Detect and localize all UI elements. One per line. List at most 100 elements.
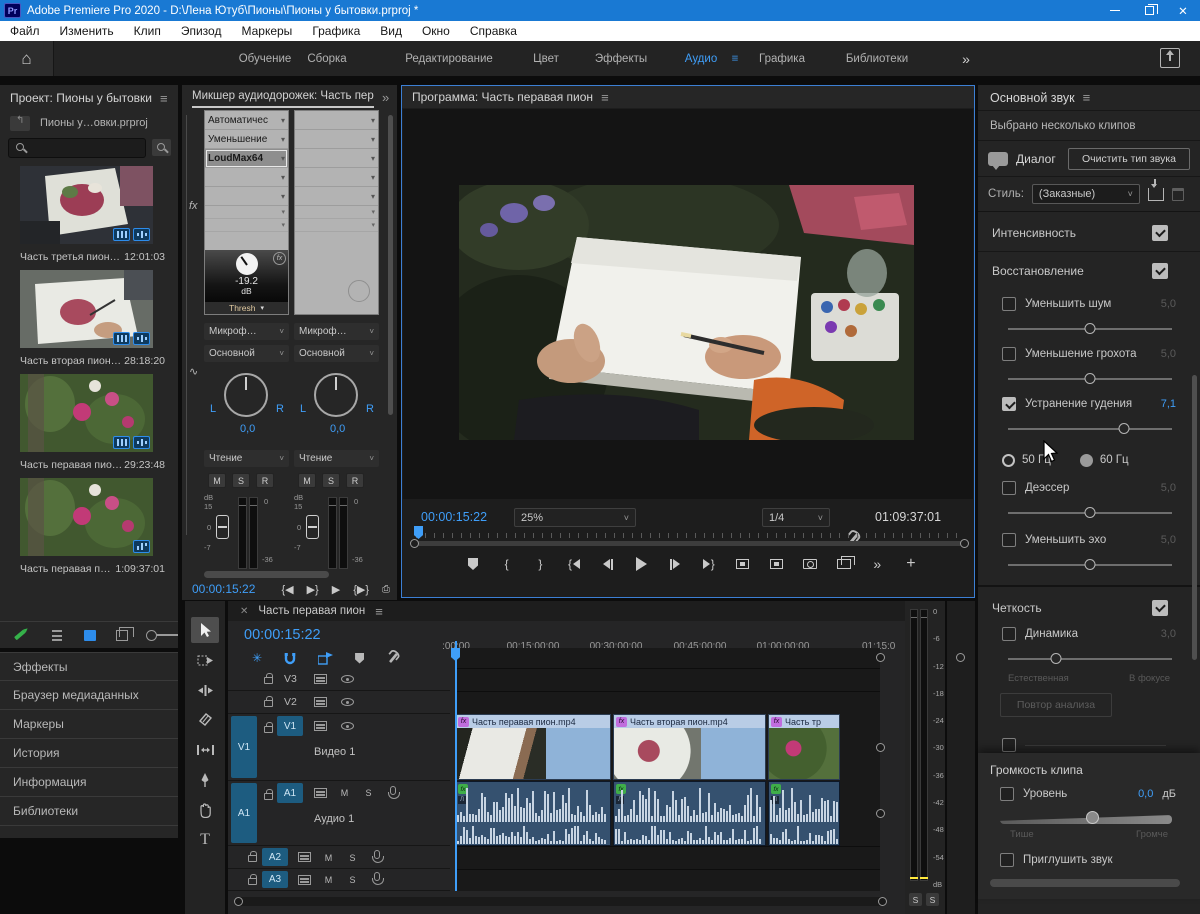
- clarity-section[interactable]: Четкость: [978, 591, 1200, 625]
- source-patch-a1[interactable]: A1: [231, 783, 257, 843]
- send-slot[interactable]: ▾: [295, 219, 378, 232]
- level-value[interactable]: 0,0: [1138, 788, 1153, 800]
- deess-slider[interactable]: [1008, 507, 1172, 518]
- track-visibility-icon[interactable]: [341, 675, 354, 683]
- step-forward-icon[interactable]: [664, 554, 686, 574]
- linked-selection-icon[interactable]: [318, 651, 334, 665]
- timeline-marker-icon[interactable]: [355, 652, 365, 664]
- level-checkbox[interactable]: [1000, 787, 1014, 801]
- track-target-a3[interactable]: A3: [262, 871, 288, 888]
- snap-magnet-icon[interactable]: [284, 652, 296, 665]
- add-marker-icon[interactable]: [462, 554, 484, 574]
- menu-window[interactable]: Окно: [412, 24, 460, 38]
- transport-overflow-icon[interactable]: »: [866, 554, 888, 574]
- scrubber-left-handle[interactable]: [410, 539, 419, 548]
- audio-usage-icon[interactable]: [133, 436, 150, 449]
- reduce-reverb-checkbox[interactable]: [1002, 533, 1016, 547]
- nest-toggle-icon[interactable]: ✳: [252, 651, 262, 665]
- preset-dropdown[interactable]: (Заказные) ˅: [1031, 184, 1140, 204]
- program-panel-title[interactable]: Программа: Часть перавая пион: [412, 90, 593, 104]
- record-button[interactable]: R: [346, 473, 364, 488]
- panel-tab-markers[interactable]: Маркеры: [0, 710, 178, 739]
- effect-slot-selected[interactable]: LoudMax64 ▾: [205, 149, 288, 168]
- source-patch-v1[interactable]: V1: [231, 716, 257, 778]
- timeline-playhead-line[interactable]: [455, 641, 457, 891]
- reduce-reverb-slider[interactable]: [1008, 559, 1172, 570]
- timeline-video-clip[interactable]: fx Часть вторая пион.mp4: [613, 714, 766, 780]
- comparison-view-icon[interactable]: [833, 554, 855, 574]
- workspace-tab-libraries[interactable]: Библиотеки: [846, 41, 908, 76]
- automation-dropdown-ch1[interactable]: Чтение ˅: [204, 450, 289, 467]
- close-sequence-icon[interactable]: ✕: [240, 606, 248, 617]
- clarity-checkbox[interactable]: [1152, 600, 1168, 616]
- voiceover-mic-icon[interactable]: [372, 850, 384, 863]
- pen-tool[interactable]: [191, 767, 219, 793]
- project-panel-menu-icon[interactable]: ≡: [160, 91, 168, 106]
- automation-dropdown-ch2[interactable]: Чтение ˅: [294, 450, 379, 467]
- mixer-h-scrollbar[interactable]: [204, 571, 329, 578]
- audio-type-label[interactable]: Диалог: [1016, 152, 1056, 166]
- reduce-noise-checkbox[interactable]: [1002, 297, 1016, 311]
- send-slot[interactable]: ▾: [205, 206, 288, 219]
- play-button[interactable]: [630, 554, 652, 574]
- hum-60hz-radio[interactable]: [1079, 453, 1093, 467]
- track-select-forward-tool[interactable]: [191, 647, 219, 673]
- track-mute-button[interactable]: M: [322, 873, 335, 886]
- effect-slot-empty[interactable]: ▾: [295, 168, 378, 187]
- repair-section[interactable]: Восстановление: [978, 253, 1200, 289]
- panel-tab-libraries[interactable]: Библиотеки: [0, 797, 178, 826]
- voiceover-mic-icon[interactable]: [372, 872, 384, 885]
- list-view-icon[interactable]: [51, 629, 63, 641]
- track-solo-button[interactable]: S: [346, 873, 359, 886]
- slip-tool[interactable]: [191, 737, 219, 763]
- project-clip-item[interactable]: Часть перавая пио… 29:23:48: [20, 374, 165, 471]
- gutter-handle[interactable]: [956, 653, 965, 662]
- loudness-checkbox[interactable]: [1152, 225, 1168, 241]
- effect-slot-empty[interactable]: ▾: [295, 187, 378, 206]
- deess-value[interactable]: 5,0: [1161, 482, 1176, 494]
- ripple-edit-tool[interactable]: [191, 677, 219, 703]
- mute-clip-checkbox[interactable]: [1000, 853, 1014, 867]
- project-file-label[interactable]: Пионы у…овки.prproj: [40, 117, 148, 129]
- workspace-tab-audio[interactable]: Аудио: [685, 41, 717, 76]
- reduce-rumble-checkbox[interactable]: [1002, 347, 1016, 361]
- track-target-a1[interactable]: A1: [277, 783, 303, 803]
- sync-lock-icon[interactable]: [298, 875, 311, 885]
- project-clip-item[interactable]: Часть вторая пион… 28:18:20: [20, 270, 165, 367]
- timeline-panel-menu-icon[interactable]: ≡: [375, 604, 383, 619]
- lock-icon[interactable]: [264, 789, 273, 800]
- record-button[interactable]: R: [256, 473, 274, 488]
- track-solo-button[interactable]: S: [346, 851, 359, 864]
- effect-slot[interactable]: Автоматичес ▾: [205, 111, 288, 130]
- solo-button[interactable]: S: [232, 473, 250, 488]
- track-target-a2[interactable]: A2: [262, 848, 288, 866]
- timeline-tracks-area[interactable]: fx Часть перавая пион.mp4 fx Часть вторая …: [455, 641, 880, 891]
- sync-lock-icon[interactable]: [314, 788, 327, 798]
- freeform-view-icon[interactable]: [115, 626, 134, 641]
- panel-tab-info[interactable]: Информация: [0, 768, 178, 797]
- solo-button[interactable]: S: [322, 473, 340, 488]
- reduce-noise-slider[interactable]: [1008, 323, 1172, 334]
- workspace-tab-color[interactable]: Цвет: [533, 41, 559, 76]
- track-label[interactable]: V2: [284, 696, 297, 708]
- send-slot[interactable]: ▾: [205, 219, 288, 232]
- project-sequence-item[interactable]: Часть перавая п… 1:09:37:01: [20, 478, 165, 575]
- pan-rail-icon[interactable]: ∿: [189, 365, 198, 378]
- pan-value-ch1[interactable]: 0,0: [240, 423, 255, 435]
- program-scrubber[interactable]: [412, 541, 966, 546]
- effect-parameter-knob[interactable]: fx -19.2 dB Thresh ▾: [205, 250, 288, 314]
- workspace-tab-assembly[interactable]: Сборка: [307, 41, 346, 76]
- clip-name[interactable]: Часть перавая пио…: [20, 459, 122, 471]
- menu-graphics[interactable]: Графика: [302, 24, 370, 38]
- mute-button[interactable]: M: [298, 473, 316, 488]
- clear-audio-type-button[interactable]: Очистить тип звука: [1068, 147, 1190, 170]
- timeline-settings-icon[interactable]: [387, 652, 400, 665]
- dynamics-slider[interactable]: [1008, 653, 1172, 664]
- home-icon[interactable]: ⌂: [0, 41, 54, 76]
- timeline-h-scrollbar[interactable]: [236, 897, 884, 906]
- share-export-icon[interactable]: [1160, 48, 1180, 68]
- panel-tab-media-browser[interactable]: Браузер медиаданных: [0, 681, 178, 710]
- dehum-value[interactable]: 7,1: [1161, 398, 1176, 410]
- clipped-checkbox[interactable]: [1002, 738, 1016, 752]
- pan-knob-ch1[interactable]: [224, 373, 268, 417]
